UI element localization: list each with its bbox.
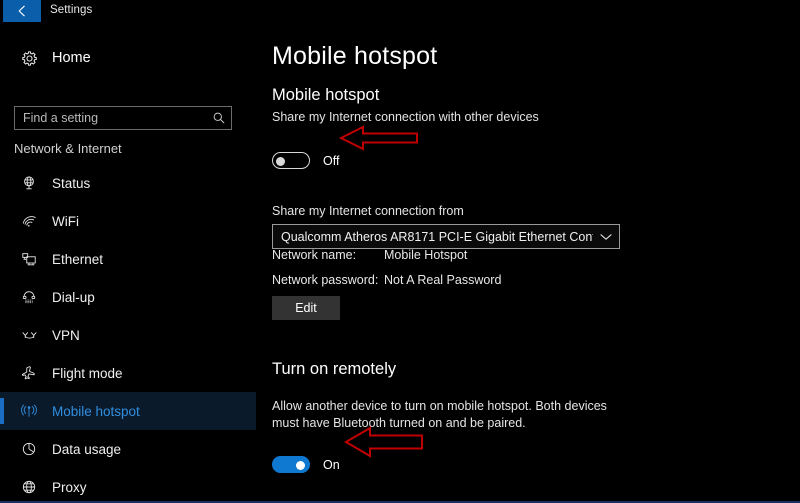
- page-title: Mobile hotspot: [272, 42, 438, 70]
- hotspot-signal-icon: [12, 404, 46, 419]
- toggle-knob: [296, 461, 305, 470]
- sidebar-home-label: Home: [52, 50, 91, 66]
- back-arrow-icon: [15, 4, 29, 18]
- sidebar-item-label: VPN: [52, 327, 80, 343]
- sidebar-item-flight-mode[interactable]: Flight mode: [0, 354, 256, 392]
- remote-description-line2: must have Bluetooth turned on and be pai…: [272, 416, 526, 430]
- sidebar-item-mobile-hotspot[interactable]: Mobile hotspot: [0, 392, 256, 430]
- sidebar-item-vpn[interactable]: VPN: [0, 316, 256, 354]
- window-title: Settings: [50, 4, 93, 16]
- settings-window: Settings Home Find a setting Network & I…: [0, 0, 800, 503]
- vpn-icon: [12, 328, 46, 342]
- sidebar-category-label: Network & Internet: [14, 141, 122, 156]
- sidebar-item-label: Flight mode: [52, 365, 123, 381]
- sidebar-item-status[interactable]: Status: [0, 164, 256, 202]
- share-from-selected-value: Qualcomm Atheros AR8171 PCI-E Gigabit Et…: [281, 229, 593, 244]
- sidebar-item-label: Mobile hotspot: [52, 403, 140, 419]
- remote-section-heading: Turn on remotely: [272, 360, 397, 378]
- search-input[interactable]: Find a setting: [14, 106, 232, 130]
- selection-indicator: [0, 398, 4, 424]
- sidebar-item-label: WiFi: [52, 213, 79, 229]
- search-placeholder: Find a setting: [23, 111, 99, 125]
- ethernet-icon: [12, 251, 46, 267]
- chevron-down-icon: [593, 233, 619, 241]
- hotspot-toggle-row: Off: [272, 152, 339, 169]
- network-name-row: Network name: Mobile Hotspot: [272, 248, 467, 262]
- title-bar: Settings: [0, 0, 800, 24]
- remote-toggle-state: On: [323, 457, 340, 472]
- remote-toggle[interactable]: [272, 456, 310, 473]
- globe-status-icon: [12, 175, 46, 191]
- globe-proxy-icon: [12, 479, 46, 495]
- network-name-key: Network name:: [272, 248, 357, 262]
- sidebar-item-data-usage[interactable]: Data usage: [0, 430, 256, 468]
- dialup-phone-icon: [12, 289, 46, 305]
- hotspot-description: Share my Internet connection with other …: [272, 110, 539, 124]
- edit-button[interactable]: Edit: [272, 296, 340, 320]
- sidebar-item-proxy[interactable]: Proxy: [0, 468, 256, 501]
- sidebar-item-home[interactable]: Home: [0, 43, 256, 73]
- hotspot-toggle-state: Off: [323, 153, 340, 168]
- remote-description-line1: Allow another device to turn on mobile h…: [272, 399, 607, 413]
- sidebar-item-label: Ethernet: [52, 251, 104, 267]
- toggle-knob: [276, 156, 285, 166]
- main-content: Mobile hotspot Mobile hotspot Share my I…: [256, 24, 800, 501]
- airplane-icon: [12, 365, 46, 381]
- network-password-key: Network password:: [272, 273, 379, 287]
- back-button[interactable]: [3, 0, 41, 22]
- hotspot-section-heading: Mobile hotspot: [272, 86, 380, 104]
- sidebar: Home Find a setting Network & Internet S…: [0, 24, 256, 501]
- network-name-value: Mobile Hotspot: [384, 248, 468, 262]
- sidebar-item-wifi[interactable]: WiFi: [0, 202, 256, 240]
- remote-toggle-row: On: [272, 456, 340, 473]
- sidebar-item-label: Proxy: [52, 479, 87, 495]
- gear-icon: [12, 50, 46, 67]
- sidebar-nav-list: Status WiFi Ethernet Dial-up VPN Flight …: [0, 164, 256, 501]
- search-icon[interactable]: [207, 111, 231, 125]
- pie-chart-icon: [12, 441, 46, 457]
- network-password-row: Network password: Not A Real Password: [272, 273, 501, 287]
- sidebar-item-label: Status: [52, 175, 91, 191]
- network-password-value: Not A Real Password: [384, 273, 502, 287]
- sidebar-item-label: Dial-up: [52, 289, 95, 305]
- sidebar-item-label: Data usage: [52, 441, 122, 457]
- sidebar-item-ethernet[interactable]: Ethernet: [0, 240, 256, 278]
- hotspot-toggle[interactable]: [272, 152, 310, 169]
- share-from-dropdown[interactable]: Qualcomm Atheros AR8171 PCI-E Gigabit Et…: [272, 224, 620, 249]
- share-from-label: Share my Internet connection from: [272, 204, 464, 218]
- sidebar-item-dial-up[interactable]: Dial-up: [0, 278, 256, 316]
- wifi-icon: [12, 213, 46, 229]
